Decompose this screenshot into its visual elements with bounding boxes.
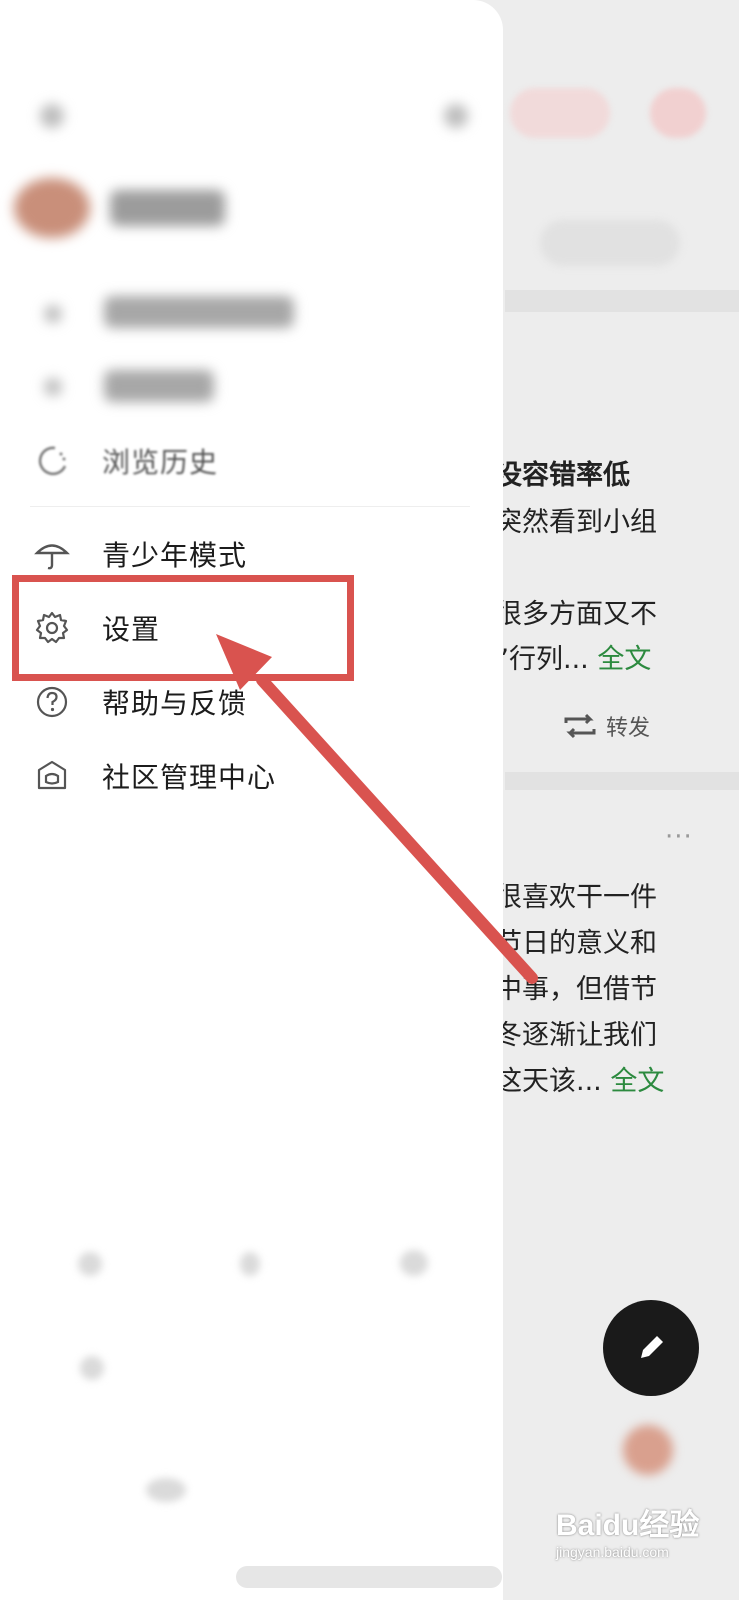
watermark-url: jingyan.baidu.com bbox=[556, 1544, 669, 1560]
annotation-arrow bbox=[216, 634, 538, 984]
baidu-jingyan-watermark: Baidu经验 jingyan.baidu.com bbox=[556, 1500, 706, 1570]
watermark-brand: Baidu bbox=[556, 1509, 640, 1542]
watermark-brand-cn: 经验 bbox=[639, 1509, 700, 1542]
